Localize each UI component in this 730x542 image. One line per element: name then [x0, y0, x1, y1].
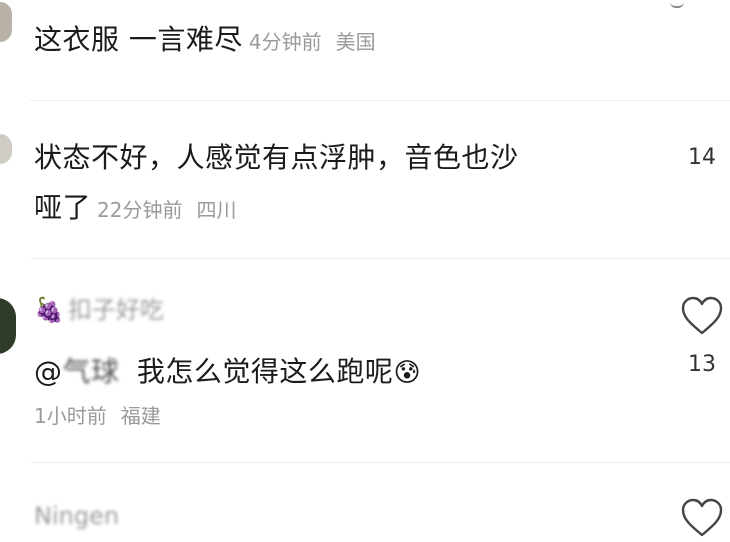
- comment-text-line2: 哑了: [34, 191, 92, 224]
- comment-meta: 1小时前 福建: [34, 400, 161, 429]
- heart-outline-icon[interactable]: [680, 498, 724, 538]
- comment-location: 美国: [335, 30, 376, 54]
- mention-user[interactable]: 气球: [63, 355, 120, 388]
- comment-item: 状态不好，人感觉有点浮肿，音色也沙 哑了 22分钟前 四川 14: [0, 100, 730, 260]
- comment-location: 福建: [120, 404, 161, 428]
- username[interactable]: 扣子好吃: [68, 296, 164, 324]
- like-count: 14: [688, 145, 716, 170]
- user-row[interactable]: 🍇 扣子好吃: [34, 294, 164, 326]
- avatar[interactable]: [0, 2, 12, 42]
- comment-item: Ningen: [0, 462, 730, 537]
- comment-time: 22分钟前: [97, 198, 183, 222]
- comment-body: @气球 我怎么觉得这么跑呢😰: [34, 347, 421, 398]
- comment-body: 这衣服 一言难尽 4分钟前 美国: [34, 15, 376, 67]
- emoji-icon: 😰: [393, 358, 422, 388]
- heart-outline-icon[interactable]: [680, 296, 724, 336]
- comment-location: 四川: [196, 198, 237, 222]
- comment-body: 状态不好，人感觉有点浮肿，音色也沙 哑了 22分钟前 四川: [34, 133, 654, 235]
- username[interactable]: Ningen: [34, 502, 119, 530]
- comment-item: 这衣服 一言难尽 4分钟前 美国: [0, 0, 730, 92]
- comment-text: 我怎么觉得这么跑呢: [136, 355, 394, 388]
- avatar[interactable]: [0, 298, 16, 354]
- like-count: 13: [688, 352, 716, 377]
- mention-prefix: @: [34, 355, 63, 388]
- comment-text: 这衣服 一言难尽: [34, 23, 243, 56]
- grapes-icon: 🍇: [34, 296, 64, 324]
- comment-text-line1: 状态不好，人感觉有点浮肿，音色也沙: [34, 141, 519, 174]
- avatar[interactable]: [0, 134, 12, 164]
- comment-time: 4分钟前: [248, 30, 322, 54]
- comment-item: 🍇 扣子好吃 @气球 我怎么觉得这么跑呢😰 1小时前 福建 13: [0, 258, 730, 458]
- comment-time: 1小时前: [34, 404, 107, 428]
